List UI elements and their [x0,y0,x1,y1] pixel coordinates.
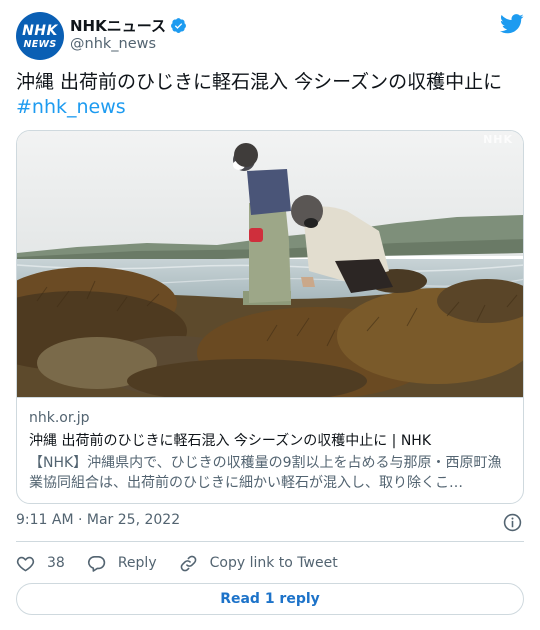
link-description: 【NHK】沖縄県内で、ひじきの収穫量の9割以上を占める与那原・西原町漁業協同組合… [29,455,502,491]
divider [16,541,524,542]
copy-link-label: Copy link to Tweet [209,555,338,571]
like-count: 38 [47,555,65,571]
twitter-bird-icon[interactable] [500,14,524,34]
link-title: 沖縄 出荷前のひじきに軽石混入 今シーズンの収穫中止に | NHK [29,433,431,449]
author-name-row[interactable]: NHKニュース [70,15,187,36]
preview-photo[interactable] [17,131,524,397]
hashtag-link[interactable]: #nhk_news [16,95,526,120]
action-bar: 38 Reply Copy link to Tweet [16,552,360,574]
reply-label: Reply [117,555,157,571]
link-domain: nhk.or.jp [29,410,90,426]
reply-bubble-icon[interactable] [87,554,106,573]
info-icon[interactable] [503,513,522,532]
link-card-meta[interactable]: nhk.or.jp 沖縄 出荷前のひじきに軽石混入 今シーズンの収穫中止に | … [17,397,523,503]
copy-link-action[interactable]: Copy link to Tweet [179,554,338,573]
verified-badge-icon [171,18,186,33]
avatar-logo-line1: NHK [22,23,58,39]
tweet-timestamp[interactable]: 9:11 AM · Mar 25, 2022 [16,512,180,528]
tweet-card: NHK NEWS NHKニュース @nhk_news 沖縄 出荷前のひじきに軽石… [0,0,540,630]
photo-watermark: NHK [483,133,513,146]
author-handle[interactable]: @nhk_news [70,36,156,52]
author-display-name[interactable]: NHKニュース [70,15,166,36]
avatar[interactable]: NHK NEWS [16,12,64,60]
like-action[interactable]: 38 [16,554,65,573]
link-preview-card[interactable]: NHK nhk.or.jp 沖縄 出荷前のひじきに軽石混入 今シーズンの収穫中止… [16,130,524,504]
reply-action[interactable]: Reply [87,554,157,573]
link-icon[interactable] [179,554,198,573]
read-reply-button[interactable]: Read 1 reply [16,583,524,615]
heart-icon[interactable] [16,554,35,573]
avatar-logo-line2: NEWS [23,39,57,50]
tweet-text: 沖縄 出荷前のひじきに軽石混入 今シーズンの収穫中止に #nhk_news [16,70,526,120]
tweet-body: 沖縄 出荷前のひじきに軽石混入 今シーズンの収穫中止に [16,71,503,93]
